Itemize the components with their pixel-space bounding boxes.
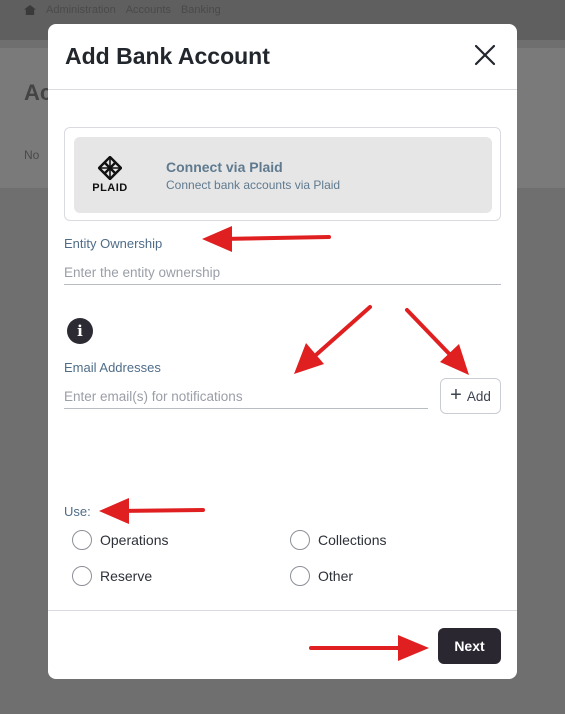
modal-header: Add Bank Account [48,24,517,90]
close-button[interactable] [472,42,498,68]
plaid-subtitle: Connect bank accounts via Plaid [166,178,341,192]
background-subtext: No [24,148,40,162]
radio-circle[interactable] [72,530,92,550]
use-option-collections[interactable]: Collections [290,530,386,550]
radio-circle[interactable] [72,566,92,586]
use-option-label: Collections [318,532,387,548]
radio-circle[interactable] [290,566,310,586]
plaid-logo-icon [98,156,122,180]
close-icon [474,44,496,66]
radio-circle[interactable] [290,530,310,550]
plaid-logo: PLAID [91,156,127,194]
use-option-operations[interactable]: Operations [72,530,168,550]
email-addresses-input[interactable] [64,385,428,409]
entity-ownership-input[interactable] [64,261,501,285]
add-email-button[interactable]: + Add [440,378,501,414]
next-button[interactable]: Next [438,628,501,664]
breadcrumb-item: Banking [180,4,221,16]
plaid-section: PLAID Connect via Plaid Connect bank acc… [64,127,501,221]
use-option-label: Operations [100,532,169,548]
use-option-reserve[interactable]: Reserve [72,566,152,586]
background-breadcrumb: Administration Accounts Banking [24,0,221,20]
plus-icon: + [450,384,462,406]
use-option-label: Other [318,568,354,584]
modal-title: Add Bank Account [65,43,270,69]
home-icon [24,5,36,15]
add-bank-account-modal: Add Bank Account PLAID Connect via Plaid… [48,24,517,679]
email-addresses-label: Email Addresses [64,360,161,375]
modal-footer: Next [48,610,517,679]
entity-ownership-label: Entity Ownership [64,236,163,251]
breadcrumb-item: Administration [46,4,116,16]
add-email-label: Add [466,388,491,404]
info-icon[interactable]: i [67,318,93,344]
plaid-title: Connect via Plaid [166,159,283,175]
use-option-other[interactable]: Other [290,566,353,586]
use-option-label: Reserve [100,568,153,584]
use-label: Use: [64,504,91,519]
background-heading: Accounts [24,80,50,104]
connect-plaid-button[interactable]: PLAID Connect via Plaid Connect bank acc… [74,137,492,213]
breadcrumb-item: Accounts [125,4,171,16]
plaid-logo-text: PLAID [92,182,128,194]
